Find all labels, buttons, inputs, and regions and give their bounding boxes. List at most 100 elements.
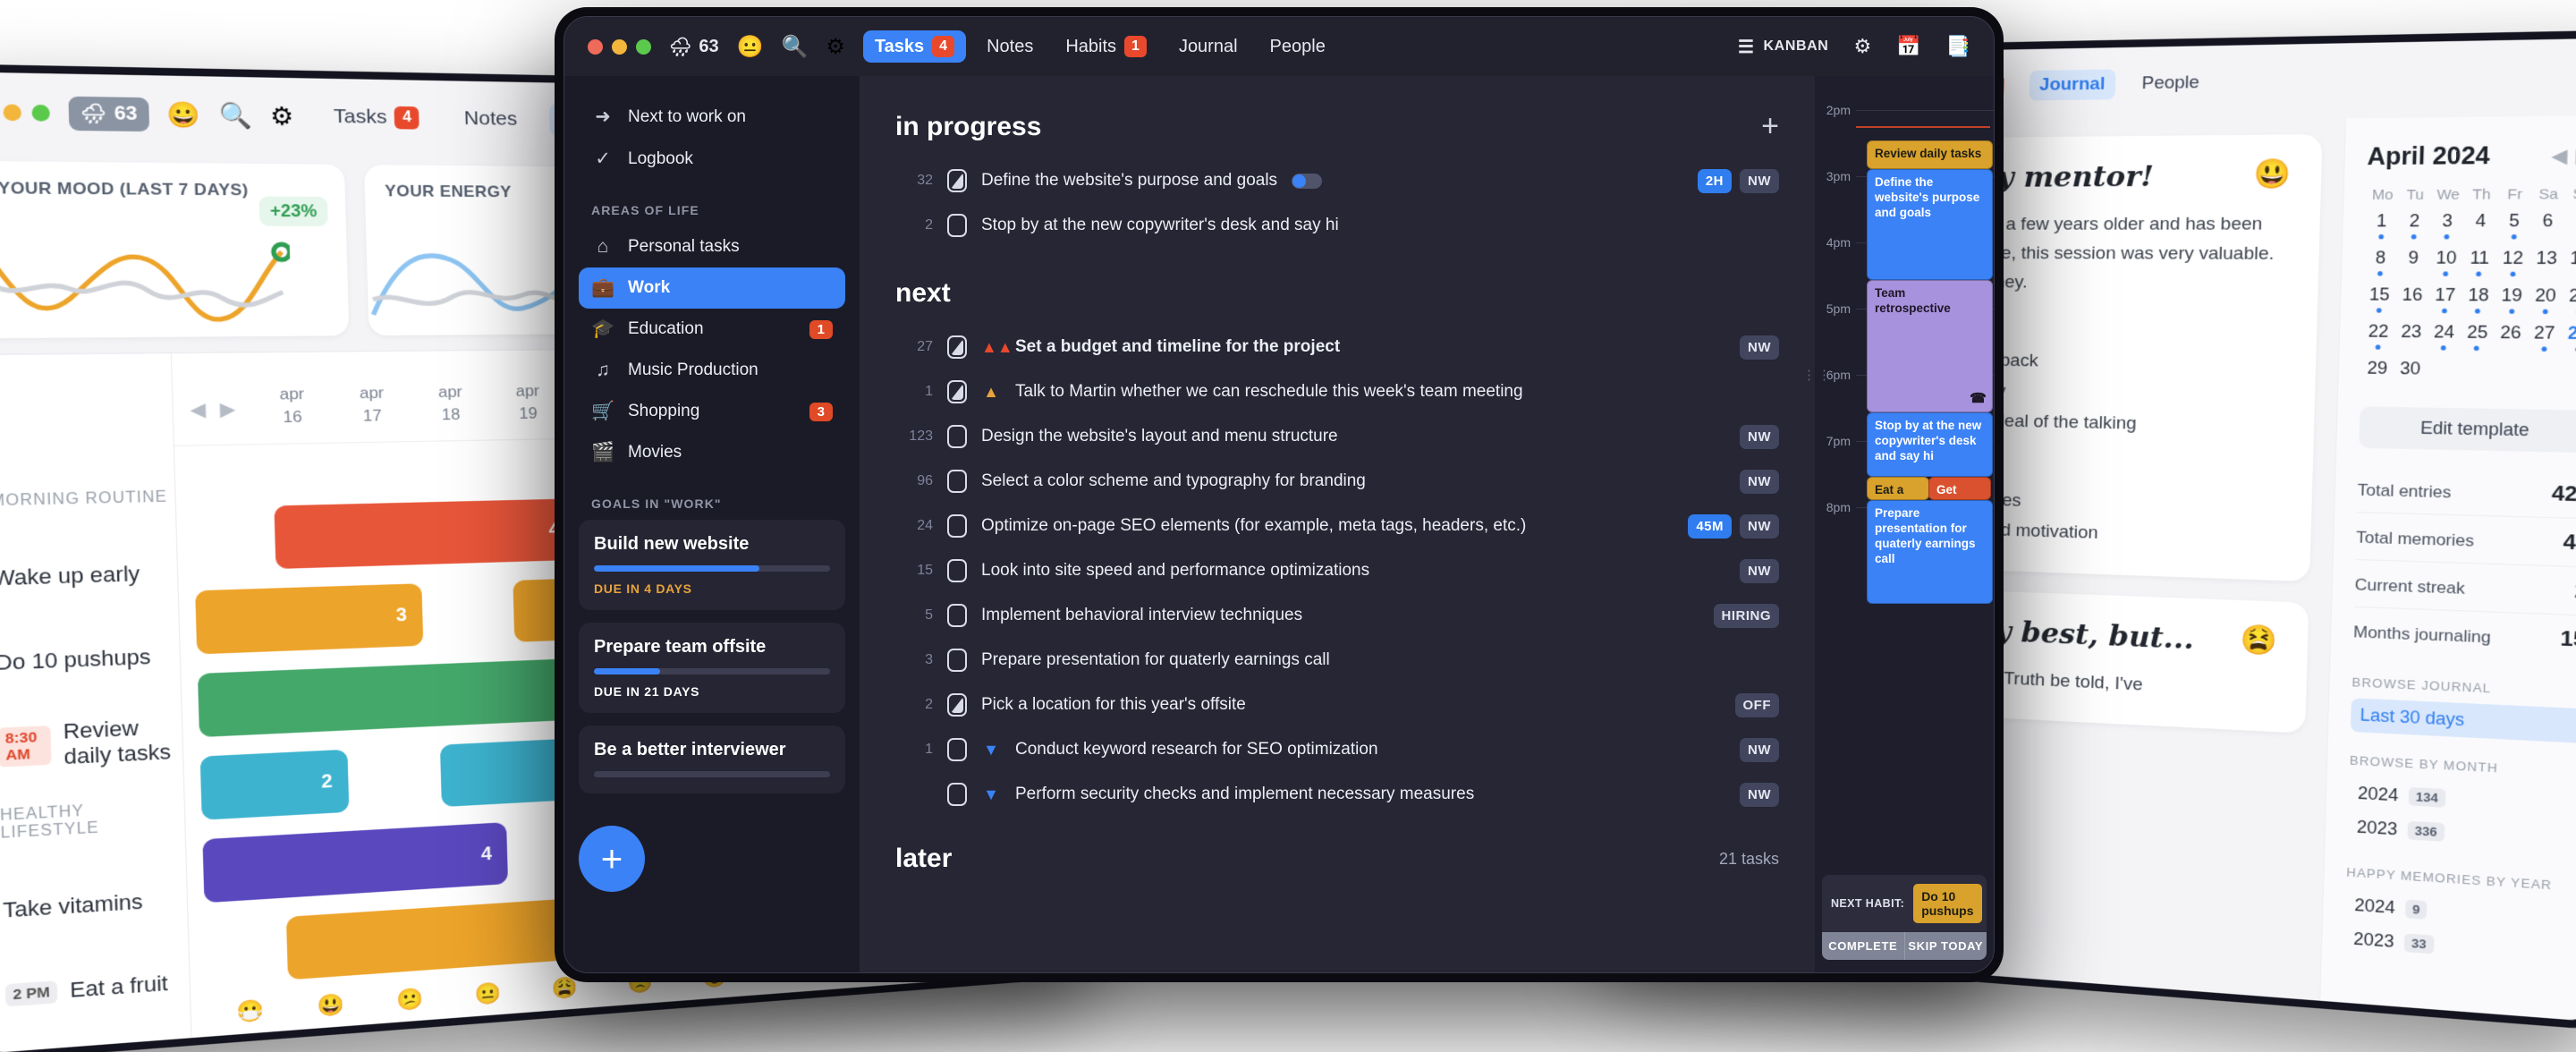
weather-widget[interactable]: 🌧 63 [669,36,719,58]
calendar-event[interactable]: Prepare presentation for quaterly earnin… [1867,500,1993,604]
task-checkbox[interactable] [947,738,967,761]
calendar-day[interactable]: 4 [2463,211,2497,241]
tab-notes[interactable]: Notes [975,31,1045,63]
calendar-day[interactable]: 7 [2564,210,2576,240]
task-checkbox[interactable] [947,559,967,582]
task-tag[interactable]: NW [1740,559,1779,583]
gantt-nav[interactable]: ◀ ▶ [174,397,253,432]
minimize-icon[interactable] [3,104,21,121]
task-checkbox[interactable] [947,693,967,717]
calendar-day[interactable]: 21 [2562,285,2576,315]
add-task-to-section-button[interactable]: + [1761,115,1779,139]
gear-icon[interactable]: ⚙ [826,34,845,60]
browse-last-30-days[interactable]: Last 30 days [2351,698,2576,743]
task-checkbox[interactable] [947,214,967,237]
task-checkbox[interactable] [947,470,967,493]
gantt-day[interactable]: apr18 [411,380,490,428]
gear-icon[interactable]: ⚙ [269,101,293,132]
calendar-nav[interactable]: ◀▶ [2551,143,2576,168]
maximize-icon[interactable] [31,104,50,121]
tab-tasks[interactable]: Tasks 4 [863,30,966,63]
sidebar-item-movies[interactable]: 🎬 Movies [579,432,845,473]
task-checkbox[interactable] [947,380,967,403]
task-checkbox[interactable] [947,169,967,192]
mood-face-icon[interactable]: 😃 [297,990,365,1020]
stat-card-mood[interactable]: YOUR MOOD (LAST 7 DAYS) +23% [0,161,350,338]
task-tag[interactable]: 45M [1688,514,1732,539]
task-row[interactable]: 3Prepare presentation for quaterly earni… [895,638,1779,683]
close-icon[interactable] [588,39,603,55]
search-icon[interactable]: 🔍 [782,34,809,60]
calendar-day[interactable]: 20 [2528,285,2563,315]
task-checkbox[interactable] [947,335,967,359]
calendar-event[interactable]: Eat a fruit [1867,477,1929,500]
calendar-day[interactable]: 9 [2396,248,2430,277]
task-tag[interactable]: OFF [1735,693,1780,717]
calendar-day[interactable]: 24 [2428,322,2462,352]
task-timer-toggle[interactable] [1292,174,1322,189]
window-traffic-lights[interactable] [588,39,651,55]
calendar-day[interactable]: 11 [2462,248,2496,277]
calendar-grid[interactable]: MoTuWeThFrSaSu12345678910111213141516171… [2360,186,2576,391]
task-tag[interactable]: NW [1740,783,1779,807]
mood-face-icon[interactable]: 😐 [455,980,521,1009]
calendar-event[interactable]: Review daily tasks [1867,140,1993,169]
calendar-day[interactable]: 14 [2563,248,2576,277]
task-row[interactable]: 24Optimize on-page SEO elements (for exa… [895,504,1779,548]
goal-card[interactable]: Be a better interviewer [579,725,845,793]
calendar-day[interactable]: 6 [2530,211,2565,241]
calendar-day[interactable]: 26 [2494,323,2528,352]
gantt-bar[interactable]: 2 [200,750,350,820]
calendar-day[interactable]: 25 [2461,322,2495,352]
search-icon[interactable]: 🔍 [218,100,252,131]
calendar-day[interactable]: 28 [2561,323,2576,352]
calendar-day[interactable]: 12 [2496,248,2529,277]
calendar-day[interactable]: 16 [2395,284,2429,314]
tab-people[interactable]: People [1258,31,1337,63]
habit-row[interactable]: 8:30 AM Review daily tasks [0,698,183,790]
calendar-day[interactable]: 27 [2527,323,2562,352]
tab-habits[interactable]: Habits 1 [1054,30,1158,63]
complete-habit-button[interactable]: COMPLETE [1822,932,1904,960]
task-tag[interactable]: NW [1740,514,1779,539]
chevron-right-icon[interactable]: ▶ [220,397,236,421]
calendar-day[interactable]: 1 [2365,211,2398,241]
mood-face-icon[interactable]: 😕 [377,985,443,1014]
calendar-day[interactable]: 23 [2394,322,2428,352]
skip-habit-button[interactable]: SKIP TODAY [1904,932,1987,960]
tab-tasks[interactable]: Tasks 4 [321,99,431,135]
gantt-bar[interactable]: 4 [275,498,576,569]
calendar-day[interactable]: 18 [2462,285,2496,315]
task-row[interactable]: 1▲Talk to Martin whether we can reschedu… [895,369,1779,414]
mood-face-icon[interactable]: 😐 [737,34,764,60]
habit-row[interactable]: Do 10 pushups [0,615,181,706]
task-checkbox[interactable] [947,425,967,448]
task-row[interactable]: 5Implement behavioral interview techniqu… [895,593,1779,638]
weather-widget[interactable]: 🌧 63 [68,96,148,131]
chevron-left-icon[interactable]: ◀ [2551,146,2576,167]
task-checkbox[interactable] [947,783,967,806]
chevron-left-icon[interactable]: ◀ [190,397,206,421]
task-checkbox[interactable] [947,514,967,538]
sidebar-item-logbook[interactable]: ✓ Logbook [579,138,845,180]
calendar-day[interactable]: 2 [2397,211,2431,241]
habit-row[interactable]: 2 PM Eat a fruit [4,940,191,1037]
task-checkbox[interactable] [947,604,967,627]
calendar-event[interactable]: Team retrospective☎ [1867,280,1993,412]
calendar-day[interactable]: 17 [2428,285,2462,315]
tab-notes[interactable]: Notes [452,102,529,137]
task-checkbox[interactable] [947,649,967,672]
calendar-day[interactable]: 22 [2361,321,2394,351]
calendar-day[interactable]: 3 [2430,211,2464,241]
calendar-icon[interactable]: 📅 [1896,35,1920,58]
task-tag[interactable]: NW [1740,169,1779,193]
view-switcher-kanban[interactable]: ☰ KANBAN [1738,36,1828,58]
task-row[interactable]: 123Design the website's layout and menu … [895,414,1779,459]
gantt-day[interactable]: apr17 [332,381,412,428]
gantt-bar[interactable]: 3 [195,583,423,654]
calendar-event[interactable]: Define the website's purpose and goals [1867,169,1993,280]
task-tag[interactable]: NW [1740,425,1779,449]
goal-card[interactable]: Build new website DUE IN 4 DAYS [579,520,845,610]
calendar-day[interactable]: 13 [2529,248,2564,277]
habit-row[interactable]: Wake up early [0,531,179,621]
